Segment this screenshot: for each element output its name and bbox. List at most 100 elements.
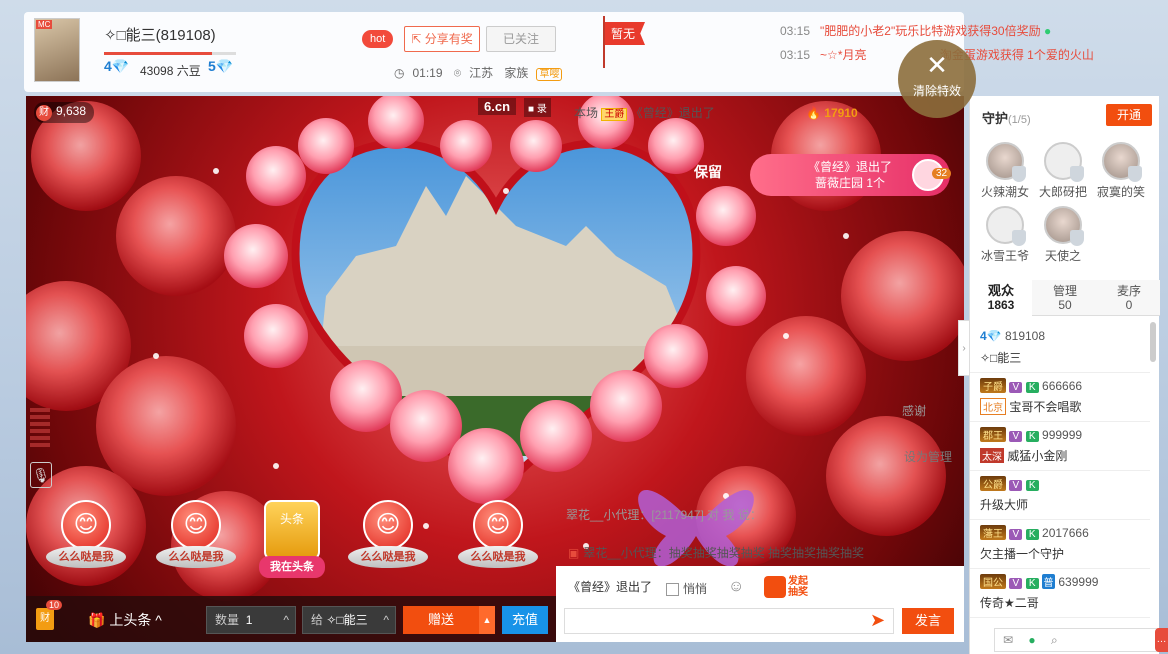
list-item[interactable]: 藩王 V K 2017666 欠主播一个守护 <box>970 520 1150 569</box>
emoji-icon[interactable]: ☺ <box>728 578 744 596</box>
anchor-name[interactable]: ✧□能三(819108) <box>104 24 216 45</box>
news-ticker-1[interactable]: 03:15 "肥肥的小老2"玩乐比特游戏获得30倍奖励 ● <box>780 22 1051 39</box>
chat-input[interactable] <box>564 608 894 634</box>
lottery-icon <box>764 576 786 598</box>
send-gift-button[interactable]: 赠送 <box>403 606 479 634</box>
list-item[interactable]: 4💎 819108 ✧□能三 <box>970 324 1150 373</box>
gift-item[interactable]: 😊 么么哒是我 <box>40 500 132 592</box>
family-tag[interactable]: 草嘤 <box>536 68 563 81</box>
video-stage[interactable]: 财 9,638 6.cn ■ 录 🎙 本场 王爵 《曾经》退出了 🔥 17910 … <box>26 96 964 642</box>
mail-icon[interactable]: ✉ <box>1003 633 1013 647</box>
wealth-icon: 财 <box>36 105 52 121</box>
guard-item[interactable]: 寂寞的笑 <box>1092 142 1150 200</box>
follow-button[interactable]: 已关注 <box>486 26 556 52</box>
gift-notification: 《曾经》退出了 蔷薇庄园 1个 <box>750 154 950 196</box>
smile-icon: 😊 <box>61 500 111 550</box>
list-item[interactable]: 公爵 V K 升级大师 <box>970 471 1150 520</box>
volume-bars[interactable] <box>30 408 50 458</box>
avatar <box>1102 142 1142 182</box>
open-guard-button[interactable]: 开通 <box>1106 104 1152 126</box>
reply-target[interactable]: 《曾经》退出了 <box>568 578 652 595</box>
wealth-box-icon[interactable]: 财 <box>36 608 54 630</box>
guard-title: 守护(1/5) <box>982 111 1031 126</box>
diamond-icon: 💎 <box>111 58 130 74</box>
set-admin-link[interactable]: 设为管理 <box>904 448 952 465</box>
audience-tabs: 观众 1863 管理 50 麦序 0 <box>970 280 1160 316</box>
level-next: 5💎 <box>208 58 234 74</box>
record-button[interactable]: ■ 录 <box>524 98 551 117</box>
coin-counter: 🔥 17910 <box>806 106 858 120</box>
smile-icon: 😊 <box>171 500 221 550</box>
lottery-message: ▣ 翠花__小代理：抽奖抽奖抽奖抽奖 抽奖抽奖抽奖抽奖 <box>568 546 865 560</box>
tab-audience[interactable]: 观众 1863 <box>970 280 1032 316</box>
quantity-stepper[interactable]: 数量 1 ^ <box>206 606 296 634</box>
level-current: 4💎 <box>104 58 130 74</box>
gift-item[interactable]: 😊 么么哒是我 <box>342 500 434 592</box>
avatar <box>986 142 1026 182</box>
tab-mic-queue[interactable]: 麦序 0 <box>1098 280 1160 316</box>
checkbox-icon <box>666 583 679 597</box>
gift-item[interactable]: 😊 么么哒是我 <box>150 500 242 592</box>
share-icon: ⇱ <box>411 32 425 46</box>
send-options-toggle[interactable]: ▲ <box>479 606 495 634</box>
gem-icon: ● <box>1043 24 1052 38</box>
clock-icon: ◷ <box>394 66 405 80</box>
check-icon[interactable]: ● <box>1028 633 1035 647</box>
feedback-icon[interactable]: … <box>1155 628 1168 652</box>
mic-icon[interactable]: 🎙 <box>30 462 52 488</box>
recipient-select[interactable]: 给 ✧□能三 ^ <box>302 606 396 634</box>
list-item[interactable]: 郡王 V K 999999 太深 威猛小金刚 <box>970 422 1150 471</box>
guard-item[interactable]: 冰雪王爷 <box>976 206 1034 264</box>
keep-effect-button[interactable]: 保留 <box>694 162 722 182</box>
mc-badge: MC <box>36 20 53 29</box>
diamond-icon: 💎 <box>215 58 234 74</box>
family-label: 家族 <box>504 66 529 80</box>
list-item[interactable]: 国公 V K 普 639999 传奇★二哥 <box>970 569 1150 618</box>
tab-admins[interactable]: 管理 50 <box>1034 280 1096 316</box>
headline-button[interactable]: 🎁 上头条 ^ <box>88 610 162 630</box>
location-icon: ⌾ <box>453 66 462 80</box>
guard-item[interactable]: 火辣潮女 <box>976 142 1034 200</box>
wealth-badge: 10 <box>46 600 63 610</box>
guard-item[interactable]: 天使之 <box>1034 206 1092 264</box>
gift-item-selected[interactable]: 头条 我在头条 <box>246 500 338 592</box>
site-logo: 6.cn <box>478 98 517 115</box>
guard-item[interactable]: 大郎砑把 <box>1034 142 1092 200</box>
close-icon: ✕ <box>926 50 948 80</box>
rank-flag[interactable]: 暂无 <box>605 22 646 45</box>
gift-toolbar: 财 10 🎁 上头条 ^ 数量 1 ^ 给 ✧□能三 ^ 赠送 ▲ 充值 <box>26 596 556 642</box>
recharge-button[interactable]: 充值 <box>502 606 548 634</box>
clear-effects-button[interactable]: ✕ 清除特效 <box>898 40 976 118</box>
speak-button[interactable]: 发言 <box>902 608 954 634</box>
sidebar: 守护(1/5) 开通 火辣潮女 大郎砑把 寂寞的笑 冰雪王爷 天使之 观众 186… <box>969 96 1160 654</box>
gift-icon: 🎁 <box>88 612 110 628</box>
chevron-up-icon: ^ <box>383 613 389 627</box>
thanks-label[interactable]: 感谢 <box>902 402 926 419</box>
chat-input-panel: 《曾经》退出了 悄悄 ☺ 发起抽奖 ➤ 发言 <box>556 566 964 642</box>
headline-icon: 头条 <box>264 500 320 560</box>
share-label: 分享有奖 <box>424 32 473 46</box>
notification-count: 32 <box>932 168 952 179</box>
whisper-checkbox[interactable]: 悄悄 <box>666 580 707 597</box>
start-lottery-button[interactable]: 发起抽奖 <box>764 576 814 598</box>
status-bar: ✉ ● ⌕ <box>994 628 1160 652</box>
send-plane-icon[interactable]: ➤ <box>870 610 885 631</box>
share-button[interactable]: ⇱ 分享有奖 <box>404 26 480 52</box>
list-item[interactable]: 子爵 V K 666666 北京 宝哥不会唱歌 <box>970 373 1150 422</box>
anchor-avatar[interactable]: MC <box>34 18 80 82</box>
gift-item[interactable]: 😊 么么哒是我 <box>452 500 544 592</box>
avatar <box>1044 142 1084 182</box>
chevron-up-icon: ^ <box>283 613 289 627</box>
scrollbar[interactable] <box>1150 322 1156 362</box>
hot-badge: hot <box>362 30 394 48</box>
room-meta: ◷ 01:19 ⌾ 江苏 家族 草嘤 <box>394 64 570 81</box>
live-time: 01:19 <box>412 66 443 80</box>
beans-count: 43098 六豆 <box>140 64 201 78</box>
wealth-counter: 财 9,638 <box>34 102 95 123</box>
flag-pole <box>603 16 605 68</box>
lottery-icon: ▣ <box>568 546 580 560</box>
smile-icon: 😊 <box>363 500 413 550</box>
avatar <box>986 206 1026 246</box>
chat-line: 本场 王爵 《曾经》退出了 <box>574 106 715 121</box>
zoom-icon[interactable]: ⌕ <box>1051 633 1058 647</box>
